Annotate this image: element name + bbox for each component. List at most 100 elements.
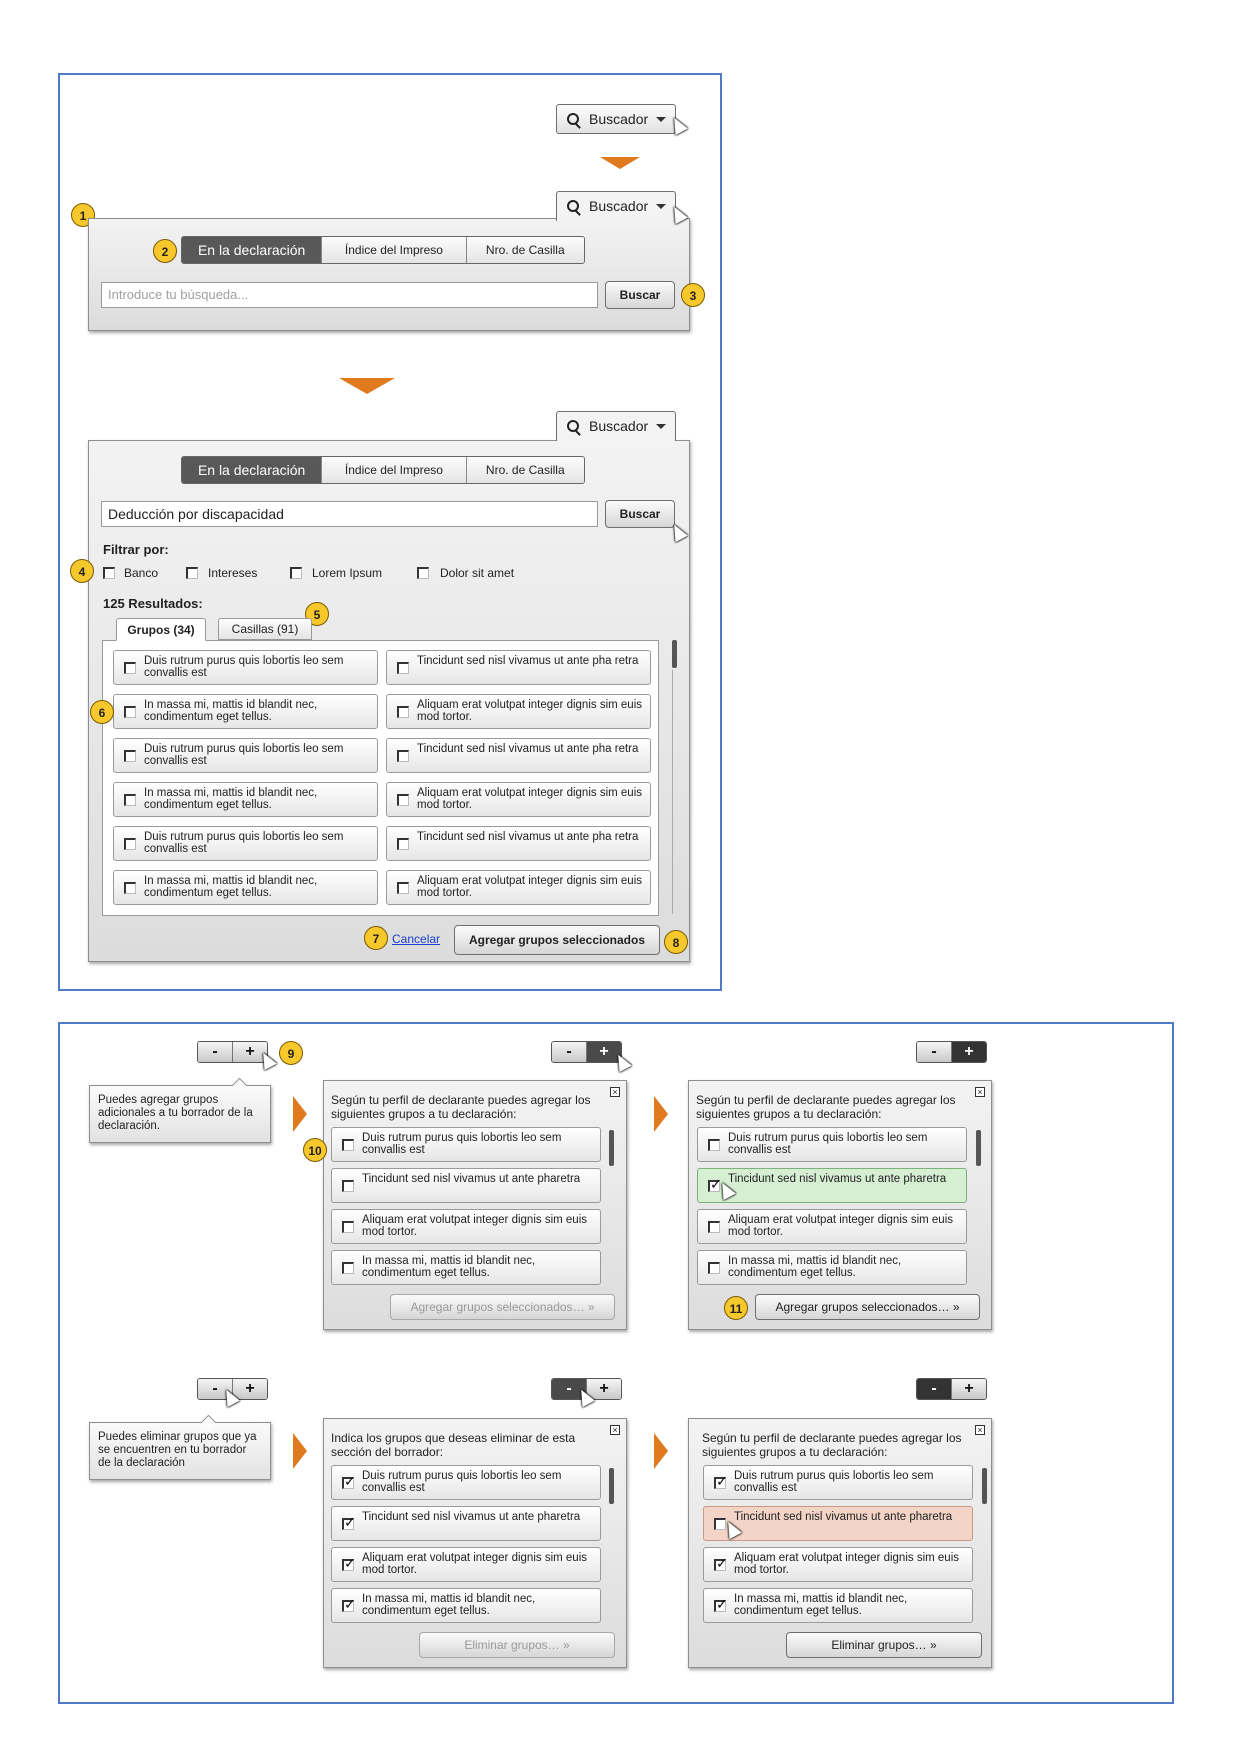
group-item-label: Duis rutrum purus quis lobortis leo sem … [728,1132,928,1156]
group-item-checkbox[interactable] [708,1262,720,1274]
minus-button[interactable]: - [552,1042,586,1062]
results-scrollbar[interactable] [672,640,677,668]
close-icon[interactable]: × [610,1087,620,1097]
group-item-checkbox[interactable] [342,1515,356,1530]
result-item-checkbox[interactable] [397,794,409,806]
tab-nro-casilla[interactable]: Nro. de Casilla [465,237,584,263]
search-button[interactable]: Buscar [605,500,675,528]
result-item-checkbox[interactable] [397,706,409,718]
minus-button[interactable]: - [198,1042,232,1062]
group-item-checkbox[interactable] [342,1597,356,1612]
close-icon[interactable]: × [975,1425,985,1435]
popover-scrollbar[interactable] [982,1468,987,1504]
tab-grupos[interactable]: Grupos (34) [116,618,206,641]
group-item-checkbox[interactable] [342,1474,356,1489]
group-item[interactable]: Duis rutrum purus quis lobortis leo sem … [331,1465,601,1500]
cancel-link[interactable]: Cancelar [392,932,440,946]
filter-checkbox-banco[interactable] [103,567,115,579]
filter-checkbox-lorem-ipsum[interactable] [290,567,302,579]
tab-indice-impreso[interactable]: Índice del Impreso [321,457,466,483]
group-item-checkbox[interactable] [342,1556,356,1571]
result-item[interactable]: Aliquam erat volutpat integer dignis sim… [386,870,651,905]
result-item-checkbox[interactable] [124,750,136,762]
filter-checkbox-intereses[interactable] [186,567,198,579]
group-item[interactable]: Aliquam erat volutpat integer dignis sim… [703,1547,973,1582]
search-input[interactable]: Introduce tu búsqueda... [101,282,598,308]
result-item-checkbox[interactable] [124,838,136,850]
result-item-checkbox[interactable] [397,838,409,850]
group-item[interactable]: In massa mi, mattis id blandit nec, cond… [697,1250,967,1285]
tab-en-la-declaracion[interactable]: En la declaración [182,237,322,263]
result-item-checkbox[interactable] [124,882,136,894]
result-item[interactable]: Duis rutrum purus quis lobortis leo sem … [113,650,378,685]
result-item-checkbox[interactable] [397,662,409,674]
group-item-checkbox[interactable] [714,1556,728,1571]
tab-casillas[interactable]: Casillas (91) [218,618,312,640]
group-item-checkbox[interactable] [342,1139,354,1151]
tab-indice-impreso[interactable]: Índice del Impreso [321,237,466,263]
group-item-checkbox[interactable] [342,1221,354,1233]
filter-checkbox-dolor-sit-amet[interactable] [417,567,429,579]
tab-en-la-declaracion[interactable]: En la declaración [182,457,322,483]
group-item[interactable]: Aliquam erat volutpat integer dignis sim… [331,1209,601,1244]
result-item[interactable]: Duis rutrum purus quis lobortis leo sem … [113,738,378,773]
plus-button[interactable]: + [951,1042,986,1062]
group-item-label: Aliquam erat volutpat integer dignis sim… [362,1214,588,1238]
filter-label-banco: Banco [124,566,159,580]
result-item-checkbox[interactable] [124,706,136,718]
group-item[interactable]: Duis rutrum purus quis lobortis leo sem … [697,1127,967,1162]
buscador-dropdown-open[interactable]: Buscador [556,411,676,441]
popover-scrollbar[interactable] [609,1130,614,1166]
result-item[interactable]: Aliquam erat volutpat integer dignis sim… [386,782,651,817]
minus-button[interactable]: - [917,1042,951,1062]
tab-nro-casilla[interactable]: Nro. de Casilla [465,457,584,483]
group-item[interactable]: Aliquam erat volutpat integer dignis sim… [331,1547,601,1582]
group-item[interactable]: Tincidunt sed nisl vivamus ut ante phare… [697,1168,967,1203]
result-item[interactable]: In massa mi, mattis id blandit nec, cond… [113,694,378,729]
add-groups-button-disabled[interactable]: Agregar grupos seleccionados… » [390,1294,615,1320]
group-item[interactable]: In massa mi, mattis id blandit nec, cond… [331,1250,601,1285]
close-icon[interactable]: × [610,1425,620,1435]
remove-groups-button-disabled[interactable]: Eliminar grupos… » [419,1632,615,1658]
group-item[interactable]: Tincidunt sed nisl vivamus ut ante phare… [331,1168,601,1203]
group-item-checkbox[interactable] [342,1180,354,1192]
result-item[interactable]: In massa mi, mattis id blandit nec, cond… [113,782,378,817]
group-item-checkbox[interactable] [708,1221,720,1233]
group-item[interactable]: In massa mi, mattis id blandit nec, cond… [331,1588,601,1623]
remove-groups-button[interactable]: Eliminar grupos… » [786,1632,982,1658]
result-item-checkbox[interactable] [124,794,136,806]
buscador-dropdown-collapsed[interactable]: Buscador [556,104,676,134]
result-item[interactable]: In massa mi, mattis id blandit nec, cond… [113,870,378,905]
popover-scrollbar[interactable] [976,1130,981,1166]
search-input[interactable]: Deducción por discapacidad [101,501,598,527]
minus-button[interactable]: - [917,1379,951,1399]
group-item-checkbox[interactable] [714,1597,728,1612]
result-item-checkbox[interactable] [124,662,136,674]
group-item[interactable]: In massa mi, mattis id blandit nec, cond… [703,1588,973,1623]
popover-scrollbar[interactable] [609,1468,614,1504]
add-groups-button[interactable]: Agregar grupos seleccionados… » [755,1294,980,1320]
search-button[interactable]: Buscar [605,281,675,309]
result-item[interactable]: Tincidunt sed nisl vivamus ut ante pha r… [386,650,651,685]
result-item-checkbox[interactable] [397,882,409,894]
flow-arrow-down-icon [600,157,640,169]
group-item-checkbox[interactable] [708,1139,720,1151]
result-item-checkbox[interactable] [397,750,409,762]
group-item[interactable]: Tincidunt sed nisl vivamus ut ante phare… [331,1506,601,1541]
plus-button[interactable]: + [951,1379,986,1399]
result-item[interactable]: Tincidunt sed nisl vivamus ut ante pha r… [386,738,651,773]
group-item-checkbox[interactable] [714,1474,728,1489]
result-item[interactable]: Aliquam erat volutpat integer dignis sim… [386,694,651,729]
group-item[interactable]: Aliquam erat volutpat integer dignis sim… [697,1209,967,1244]
search-icon [567,200,579,212]
result-item[interactable]: Duis rutrum purus quis lobortis leo sem … [113,826,378,861]
add-selected-button[interactable]: Agregar grupos seleccionados [454,925,660,955]
group-item[interactable]: Tincidunt sed nisl vivamus ut ante phare… [703,1506,973,1541]
close-icon[interactable]: × [975,1087,985,1097]
result-item[interactable]: Tincidunt sed nisl vivamus ut ante pha r… [386,826,651,861]
group-item-label: In massa mi, mattis id blandit nec, cond… [734,1593,908,1617]
group-item[interactable]: Duis rutrum purus quis lobortis leo sem … [703,1465,973,1500]
group-item[interactable]: Duis rutrum purus quis lobortis leo sem … [331,1127,601,1162]
group-item-checkbox[interactable] [342,1262,354,1274]
buscador-dropdown-open[interactable]: Buscador [556,191,676,221]
